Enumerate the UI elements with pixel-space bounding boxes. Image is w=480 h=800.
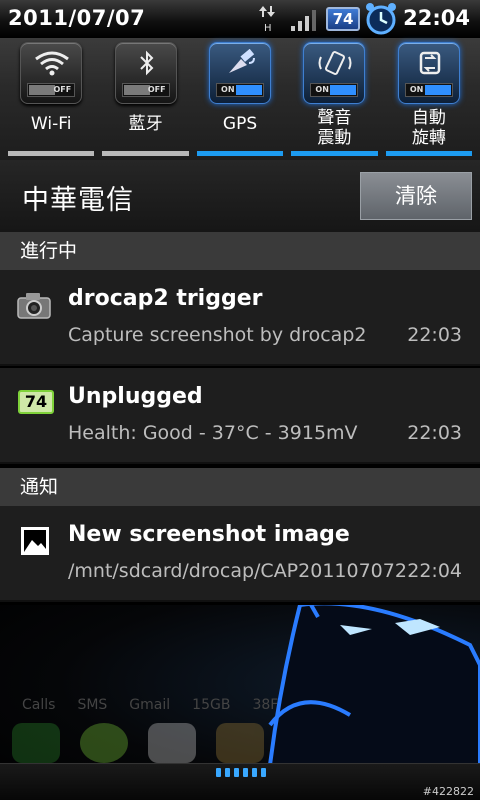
ongoing-header: 進行中 xyxy=(0,232,480,270)
toggle-auto-rotate-indicator xyxy=(385,151,473,156)
image-icon xyxy=(21,527,49,555)
battery-icon: 74 xyxy=(326,7,360,31)
sms-icon xyxy=(80,723,128,763)
toggle-bluetooth-label: 藍牙 xyxy=(128,114,163,134)
toggle-wifi-label: Wi-Fi xyxy=(30,114,72,134)
gps-satellite-icon xyxy=(229,49,256,73)
toggle-auto-rotate-button[interactable]: ON xyxy=(397,42,460,104)
notifications-header: 通知 xyxy=(0,468,480,506)
notification-title: New screenshot image xyxy=(68,522,350,547)
auto-rotate-icon xyxy=(419,51,441,75)
data-arrows-icon: H xyxy=(259,6,275,34)
notification-unplugged[interactable]: 74 Unplugged Health: Good - 37°C - 3915m… xyxy=(0,368,480,464)
wifi-icon xyxy=(35,51,70,76)
toggle-wifi-button[interactable]: OFF xyxy=(20,42,83,104)
toggle-gps-switch: ON xyxy=(216,83,265,97)
notification-title: Unplugged xyxy=(68,384,203,409)
storage-icon xyxy=(216,723,264,763)
notification-time: 22:03 xyxy=(407,324,462,346)
toggle-auto-rotate[interactable]: ON 自動 旋轉 xyxy=(382,38,476,160)
phone-icon xyxy=(12,723,60,763)
vibrate-icon xyxy=(318,51,352,75)
notification-time: 22:03 xyxy=(407,422,462,444)
toggle-sound-vibrate-label: 聲音 震動 xyxy=(317,108,352,148)
toggle-bluetooth-button[interactable]: OFF xyxy=(114,42,177,104)
quick-settings-bar: OFF Wi-Fi OFF 藍牙 ON GPS ON 聲音 震動 ON 自動 旋… xyxy=(0,38,480,160)
bluetooth-icon xyxy=(139,50,154,76)
toggle-gps[interactable]: ON GPS xyxy=(193,38,287,160)
notification-text: /mnt/sdcard/drocap/CAP201107072 xyxy=(68,560,407,582)
battery-icon: 74 xyxy=(18,390,54,414)
home-screen-peek: Calls SMS Gmail 15GB 38F #422822 xyxy=(0,605,480,800)
toggle-gps-indicator xyxy=(196,151,284,156)
toggle-auto-rotate-label: 自動 旋轉 xyxy=(411,108,446,148)
clear-button[interactable]: 清除 xyxy=(360,172,472,220)
camera-icon xyxy=(17,293,51,319)
watermark: #422822 xyxy=(422,785,474,798)
toggle-wifi-switch: OFF xyxy=(27,83,76,97)
carrier-name: 中華電信 xyxy=(22,185,134,216)
toggle-wifi-indicator xyxy=(8,151,95,156)
toggle-gps-button[interactable]: ON xyxy=(209,42,272,104)
notification-new-screenshot[interactable]: New screenshot image /mnt/sdcard/drocap/… xyxy=(0,506,480,602)
home-dock-icons xyxy=(12,723,264,763)
toggle-bluetooth-switch: OFF xyxy=(121,83,170,97)
toggle-auto-rotate-switch: ON xyxy=(404,83,453,97)
notification-text: Health: Good - 37°C - 3915mV xyxy=(68,422,358,444)
notification-drag-handle[interactable]: #422822 xyxy=(0,763,480,800)
toggle-sound-vibrate-button[interactable]: ON xyxy=(303,42,366,104)
gmail-icon xyxy=(148,723,196,763)
toggle-bluetooth[interactable]: OFF 藍牙 xyxy=(98,38,192,160)
svg-text:H: H xyxy=(264,23,272,34)
toggle-gps-label: GPS xyxy=(222,114,258,134)
toggle-sound-vibrate[interactable]: ON 聲音 震動 xyxy=(287,38,381,160)
toggle-bluetooth-indicator xyxy=(102,151,189,156)
status-time: 22:04 xyxy=(403,6,470,30)
alarm-clock-icon xyxy=(366,3,396,35)
notification-title: drocap2 trigger xyxy=(68,286,263,311)
handle-grip xyxy=(216,768,266,777)
status-bar: 2011/07/07 H 74 22:04 xyxy=(0,0,480,38)
carrier-bar: 中華電信 清除 xyxy=(0,160,480,232)
home-widget-labels: Calls SMS Gmail 15GB 38F xyxy=(22,697,279,713)
signal-icon xyxy=(291,10,316,31)
toggle-sound-vibrate-indicator xyxy=(291,151,378,156)
notification-text: Capture screenshot by drocap2 xyxy=(68,324,367,346)
notification-time: 22:04 xyxy=(407,560,462,582)
notification-drocap-trigger[interactable]: drocap2 trigger Capture screenshot by dr… xyxy=(0,270,480,366)
toggle-sound-vibrate-switch: ON xyxy=(310,83,359,97)
status-date: 2011/07/07 xyxy=(8,6,146,30)
toggle-wifi[interactable]: OFF Wi-Fi xyxy=(4,38,98,160)
